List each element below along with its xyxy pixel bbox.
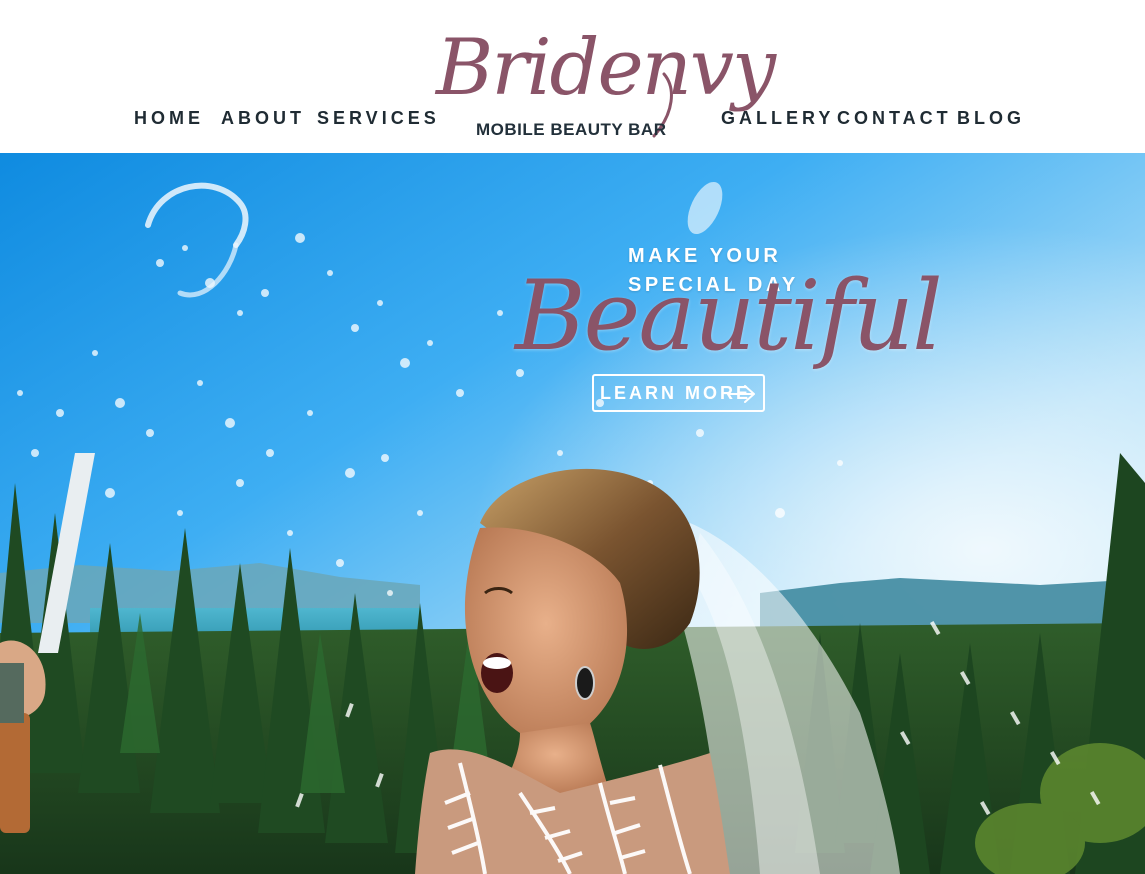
nav-home-link[interactable]: HOME xyxy=(134,108,204,129)
logo-tagline: MOBILE BEAUTY BAR xyxy=(476,120,667,139)
learn-more-button[interactable]: LEARN MORE xyxy=(592,374,765,412)
arrow-right-icon xyxy=(728,385,756,408)
nav-gallery-link[interactable]: GALLERY xyxy=(721,108,834,129)
site-header: HOME ABOUT SERVICES Bridenvy MOBILE BEAU… xyxy=(0,0,1145,153)
nav-about-link[interactable]: ABOUT xyxy=(221,108,305,129)
hero-script-word: Beautiful xyxy=(515,260,943,372)
site-logo[interactable]: Bridenvy MOBILE BEAUTY BAR xyxy=(436,18,776,146)
nav-contact-link[interactable]: CONTACT xyxy=(837,108,952,129)
nav-blog-link[interactable]: BLOG xyxy=(957,108,1025,129)
nav-services-link[interactable]: SERVICES xyxy=(317,108,440,129)
hero-section: MAKE YOUR SPECIAL DAY Beautiful LEARN MO… xyxy=(0,153,1145,874)
